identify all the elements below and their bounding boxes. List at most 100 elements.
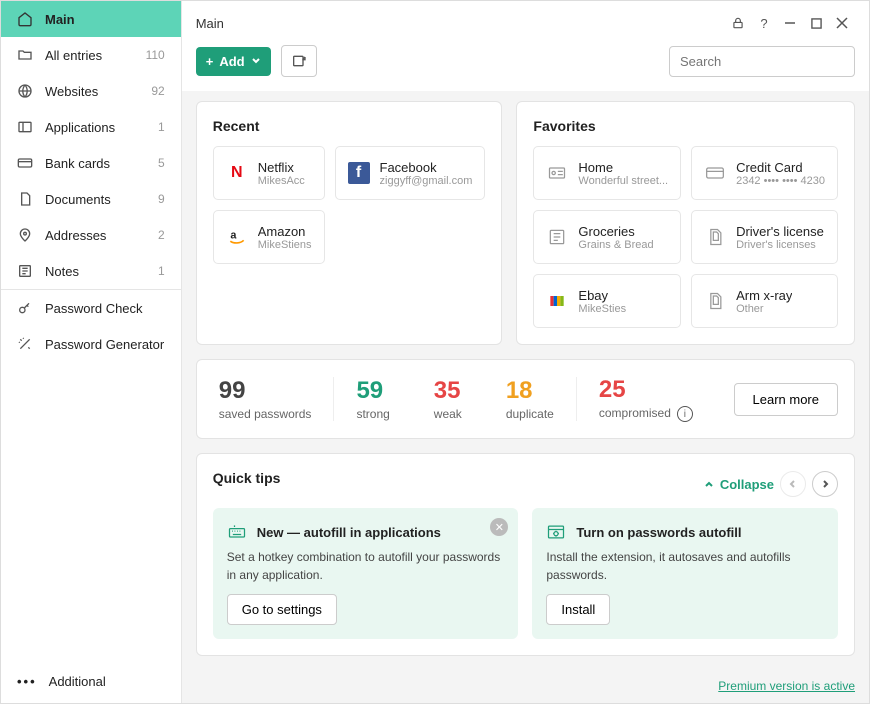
sidebar-item-label: Main [45,12,75,27]
premium-link[interactable]: Premium version is active [718,679,855,693]
sidebar-item-label: Bank cards [45,156,110,171]
favorites-title: Favorites [533,118,838,134]
lock-button[interactable] [725,11,751,35]
sidebar-item-count: 1 [158,264,165,278]
card-title: Amazon [258,224,312,239]
add-button[interactable]: + Add [196,47,271,76]
favorite-card[interactable]: Credit Card2342 •••• •••• 4230 [691,146,838,200]
chevron-down-icon [251,56,261,66]
stat-saved: 99 saved passwords [213,377,334,421]
sidebar-item-label: Documents [45,192,111,207]
tip-card: ✕ New — autofill in applications Set a h… [213,508,519,639]
sidebar-item-label: Notes [45,264,79,279]
stat-value: 25 [599,376,626,403]
recent-card[interactable]: f Facebookziggyff@gmail.com [335,146,486,200]
tips-next-button[interactable] [812,471,838,497]
plus-icon: + [206,54,214,69]
recent-title: Recent [213,118,486,134]
stat-label: weak [434,407,462,421]
stat-label: compromised [599,406,671,420]
main-area: Main ? + Add Recent [182,1,869,703]
sidebar-item-label: Password Check [45,301,143,316]
tip-action-button[interactable]: Go to settings [227,594,337,625]
folder-icon [17,47,33,63]
sidebar-additional[interactable]: ••• Additional [1,660,181,703]
favorite-card[interactable]: Arm x-rayOther [691,274,838,328]
search-box [669,46,855,77]
search-input[interactable] [669,46,855,77]
maximize-button[interactable] [803,11,829,35]
sidebar-item-addresses[interactable]: Addresses 2 [1,217,181,253]
apps-icon [17,119,33,135]
svg-text:a: a [230,230,237,242]
sidebar-item-count: 9 [158,192,165,206]
sidebar-item-count: 2 [158,228,165,242]
recent-card[interactable]: a AmazonMikeStiens [213,210,325,264]
sidebar-item-bank-cards[interactable]: Bank cards 5 [1,145,181,181]
sidebar-item-websites[interactable]: Websites 92 [1,73,181,109]
stat-label: strong [356,407,389,421]
learn-more-button[interactable]: Learn more [734,383,838,416]
card-subtitle: MikeStiens [258,239,312,251]
sidebar-item-applications[interactable]: Applications 1 [1,109,181,145]
footer: Premium version is active [182,674,869,703]
card-icon [704,162,726,184]
tip-close-button[interactable]: ✕ [490,518,508,536]
card-subtitle: MikeSties [578,303,626,315]
sidebar: Main All entries 110 Websites 92 Applica… [1,1,182,703]
info-icon[interactable]: i [677,406,693,422]
favorite-card[interactable]: EbayMikeSties [533,274,681,328]
card-title: Netflix [258,160,305,175]
favorite-card[interactable]: GroceriesGrains & Bread [533,210,681,264]
stat-label: saved passwords [219,407,312,421]
tips-prev-button[interactable] [780,471,806,497]
chevron-up-icon [704,479,714,489]
favorites-panel: Favorites HomeWonderful street... Credit… [516,101,855,345]
card-title: Driver's license [736,224,824,239]
tip-title: Turn on passwords autofill [576,525,741,540]
key-icon [17,300,33,316]
help-button[interactable]: ? [751,11,777,35]
pin-icon [17,227,33,243]
document-icon [17,191,33,207]
sidebar-item-label: Websites [45,84,98,99]
sidebar-item-label: All entries [45,48,102,63]
collapse-button[interactable]: Collapse [704,477,774,492]
stat-value: 35 [434,377,462,405]
address-icon [546,162,568,184]
tip-card: Turn on passwords autofill Install the e… [532,508,838,639]
minimize-button[interactable] [777,11,803,35]
favorite-card[interactable]: HomeWonderful street... [533,146,681,200]
card-title: Credit Card [736,160,825,175]
extension-icon [546,522,566,542]
card-title: Groceries [578,224,653,239]
sidebar-item-password-check[interactable]: Password Check [1,290,181,326]
sync-button[interactable] [281,45,317,77]
recent-card[interactable]: N NetflixMikesAcc [213,146,325,200]
stat-value: 18 [506,377,554,405]
home-icon [17,11,33,27]
sidebar-item-documents[interactable]: Documents 9 [1,181,181,217]
more-icon: ••• [17,674,37,689]
stat-duplicate: 18 duplicate [484,377,576,421]
note-icon [17,263,33,279]
card-subtitle: Wonderful street... [578,175,668,187]
favorite-card[interactable]: Driver's licenseDriver's licenses [691,210,838,264]
sidebar-item-count: 110 [146,48,165,62]
sidebar-item-password-generator[interactable]: Password Generator [1,326,181,362]
card-title: Facebook [380,160,473,175]
netflix-icon: N [226,162,248,184]
sidebar-item-all-entries[interactable]: All entries 110 [1,37,181,73]
sidebar-item-main[interactable]: Main [1,1,181,37]
titlebar: Main ? [182,1,869,41]
tips-panel: Quick tips Collapse ✕ New — autofill in … [196,453,855,656]
sidebar-item-notes[interactable]: Notes 1 [1,253,181,289]
card-subtitle: MikesAcc [258,175,305,187]
sidebar-item-label: Applications [45,120,115,135]
card-subtitle: Driver's licenses [736,239,824,251]
sidebar-additional-label: Additional [49,674,106,689]
tip-action-button[interactable]: Install [546,594,610,625]
close-button[interactable] [829,11,855,35]
tip-title: New — autofill in applications [257,525,441,540]
sync-icon [291,53,307,69]
